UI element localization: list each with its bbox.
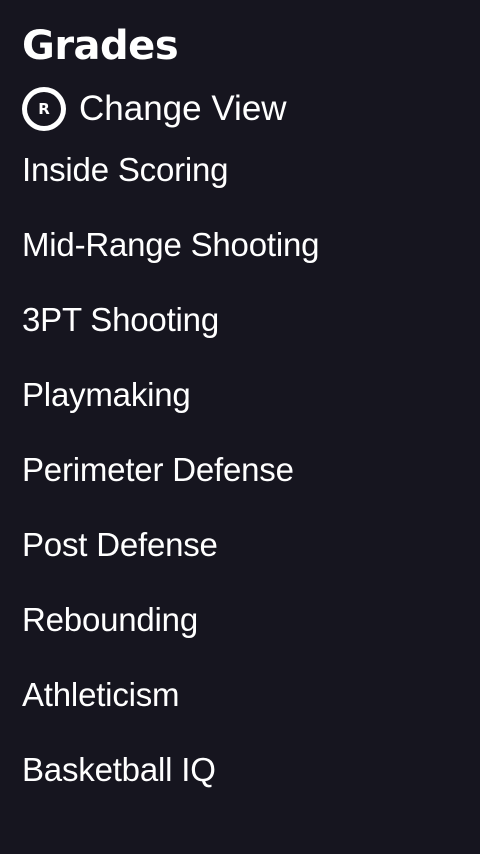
change-view-label: Change View xyxy=(79,89,287,128)
r-button-icon: R xyxy=(22,87,66,131)
menu-item-athleticism[interactable]: Athleticism xyxy=(22,673,319,748)
menu-item-basketball-iq[interactable]: Basketball IQ xyxy=(22,748,319,823)
menu-item-3pt-shooting[interactable]: 3PT Shooting xyxy=(22,298,319,373)
menu-item-mid-range-shooting[interactable]: Mid-Range Shooting xyxy=(22,223,319,298)
menu-item-inside-scoring[interactable]: Inside Scoring xyxy=(22,148,319,223)
menu-item-label: Perimeter Defense xyxy=(22,451,294,488)
menu-item-label: Inside Scoring xyxy=(22,151,229,188)
menu-item-rebounding[interactable]: Rebounding xyxy=(22,598,319,673)
r-button-glyph: R xyxy=(38,99,50,118)
menu-item-label: 3PT Shooting xyxy=(22,301,219,338)
grades-menu: Inside Scoring Mid-Range Shooting 3PT Sh… xyxy=(22,148,319,823)
menu-item-label: Basketball IQ xyxy=(22,751,216,788)
r-button-inner: R xyxy=(27,92,61,126)
menu-item-label: Rebounding xyxy=(22,601,198,638)
grades-panel: Grades R Change View Inside Scoring Mid-… xyxy=(0,0,480,854)
menu-item-label: Post Defense xyxy=(22,526,218,563)
change-view-button[interactable]: R Change View xyxy=(22,86,287,132)
page-title: Grades xyxy=(22,23,179,69)
menu-item-perimeter-defense[interactable]: Perimeter Defense xyxy=(22,448,319,523)
menu-item-label: Mid-Range Shooting xyxy=(22,226,320,263)
menu-item-post-defense[interactable]: Post Defense xyxy=(22,523,319,598)
menu-item-label: Athleticism xyxy=(22,676,180,713)
menu-item-playmaking[interactable]: Playmaking xyxy=(22,373,319,448)
menu-item-label: Playmaking xyxy=(22,376,191,413)
